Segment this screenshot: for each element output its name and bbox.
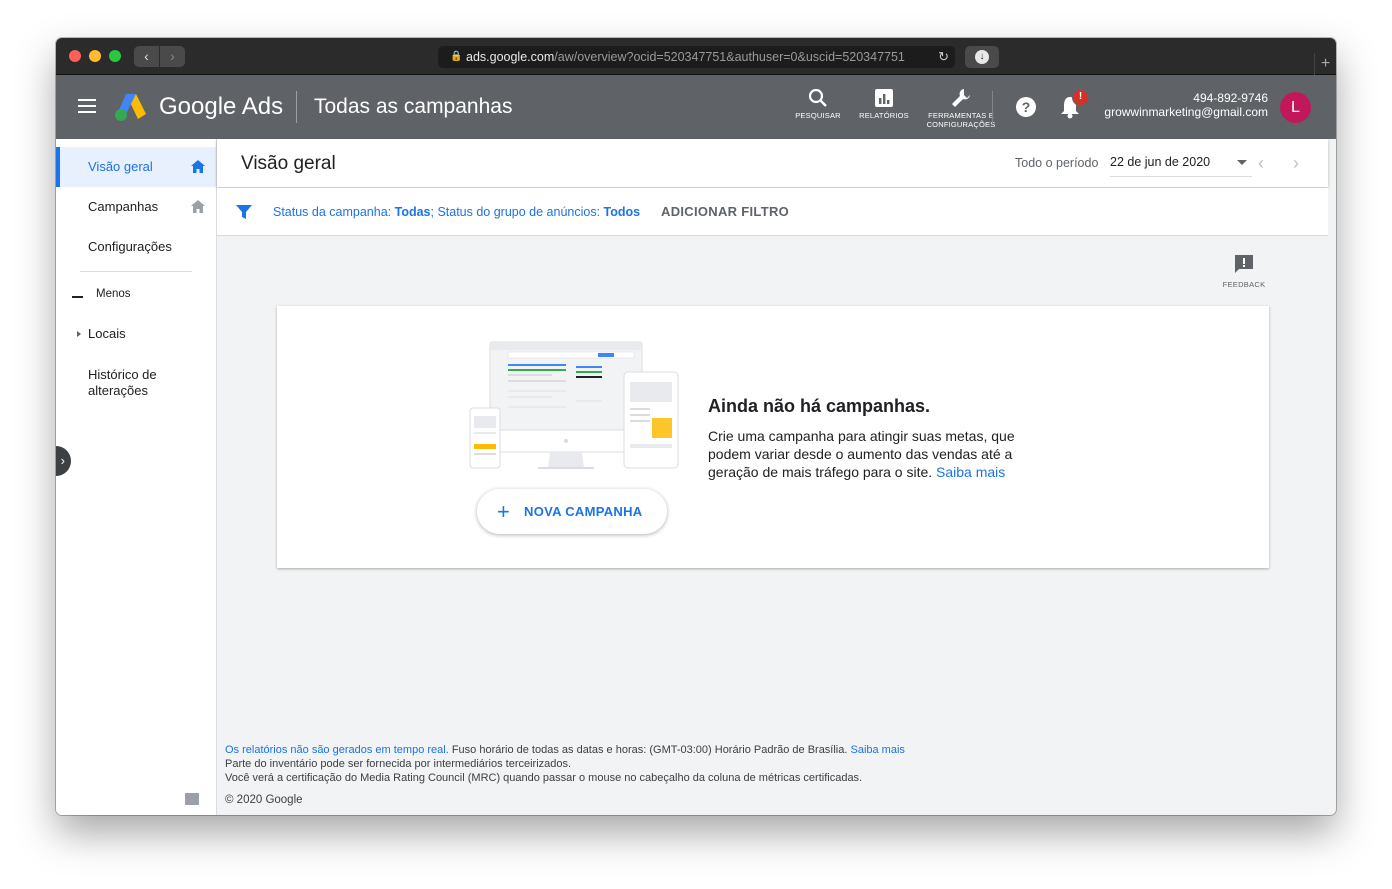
search-button[interactable]: PESQUISAR bbox=[790, 87, 846, 120]
lock-icon: 🔒 bbox=[450, 51, 463, 62]
collapse-less-icon bbox=[72, 296, 83, 298]
date-range-value: 22 de jun de 2020 bbox=[1110, 155, 1211, 169]
new-tab-button[interactable]: + bbox=[1314, 53, 1336, 75]
downloads-button[interactable]: ↓ bbox=[965, 46, 999, 68]
sidebar-item-change-history[interactable]: Histórico de alterações bbox=[88, 367, 198, 399]
page-footer: Os relatórios não são gerados em tempo r… bbox=[225, 743, 905, 807]
sidebar-item-locations[interactable]: Locais bbox=[56, 314, 216, 354]
sidebar-item-label: Campanhas bbox=[88, 199, 159, 214]
sidebar-item-campaigns[interactable]: Campanhas bbox=[56, 187, 216, 227]
empty-campaigns-card: + NOVA CAMPANHA Ainda não há campanhas. … bbox=[277, 306, 1269, 568]
plus-icon: + bbox=[497, 499, 511, 524]
home-icon[interactable] bbox=[191, 160, 205, 173]
empty-state-title: Ainda não há campanhas. bbox=[708, 396, 931, 416]
inventory-note: Parte do inventário pode ser fornecida p… bbox=[225, 758, 572, 770]
url-host: ads.google.com bbox=[466, 50, 555, 64]
date-range-label: Todo o período bbox=[1015, 156, 1099, 170]
empty-state-description: Crie uma campanha para atingir suas meta… bbox=[708, 428, 1015, 480]
home-icon[interactable] bbox=[191, 200, 205, 213]
sidebar-item-label: Configurações bbox=[88, 239, 172, 254]
browser-window: ‹ › 🔒 ads.google.com/aw/overview?ocid=52… bbox=[56, 38, 1336, 815]
google-ads-logo bbox=[115, 94, 146, 121]
header-divider-2 bbox=[992, 91, 993, 123]
page-title: Visão geral bbox=[241, 153, 336, 174]
mrc-note: Você verá a certificação do Media Rating… bbox=[225, 772, 863, 784]
minimize-window-button[interactable] bbox=[89, 50, 101, 62]
sidebar-item-settings[interactable]: Configurações bbox=[56, 227, 216, 267]
account-email: growwinmarketing@gmail.com bbox=[1104, 105, 1268, 119]
filter-bar: Status da campanha: Todas; Status do gru… bbox=[217, 188, 1328, 236]
url-path: /aw/overview?ocid=520347751&authuser=0&u… bbox=[554, 50, 905, 64]
footer-learn-more-link[interactable]: Saiba mais bbox=[850, 744, 904, 756]
next-period-button[interactable]: › bbox=[1293, 153, 1299, 173]
browser-forward-button[interactable]: › bbox=[160, 46, 185, 67]
feedback-button[interactable]: FEEDBACK bbox=[1216, 254, 1272, 289]
header-title: Todas as campanhas bbox=[314, 95, 513, 118]
wrench-icon bbox=[952, 89, 970, 107]
devices-illustration bbox=[469, 341, 679, 469]
feedback-icon[interactable] bbox=[185, 793, 199, 805]
notification-badge: ! bbox=[1072, 89, 1089, 106]
sidebar-item-label: Visão geral bbox=[88, 159, 153, 174]
filter-icon[interactable] bbox=[236, 204, 252, 220]
page-title-bar: Visão geral Todo o período 22 de jun de … bbox=[217, 139, 1328, 187]
add-filter-button[interactable]: ADICIONAR FILTRO bbox=[661, 204, 789, 219]
previous-period-button[interactable]: ‹ bbox=[1258, 153, 1264, 173]
account-phone: 494-892-9746 bbox=[1193, 91, 1268, 105]
brand-name: Google Ads bbox=[159, 93, 284, 120]
reports-icon bbox=[875, 89, 893, 107]
help-icon[interactable]: ? bbox=[1016, 97, 1036, 117]
sidebar: Visão geral Campanhas Configurações Meno… bbox=[56, 139, 217, 815]
sidebar-divider bbox=[80, 271, 192, 272]
reports-realtime-link[interactable]: Os relatórios não são gerados em tempo r… bbox=[225, 744, 449, 756]
avatar[interactable]: L bbox=[1280, 92, 1311, 123]
chevron-down-icon bbox=[1237, 160, 1247, 165]
menu-icon[interactable] bbox=[78, 99, 96, 113]
header-divider bbox=[296, 91, 297, 123]
date-range-picker[interactable]: 22 de jun de 2020 bbox=[1110, 149, 1252, 177]
maximize-window-button[interactable] bbox=[109, 50, 121, 62]
browser-back-button[interactable]: ‹ bbox=[134, 46, 159, 67]
search-icon bbox=[808, 88, 827, 107]
feedback-icon bbox=[1235, 255, 1253, 273]
ads-header: Google Ads Todas as campanhas PESQUISAR … bbox=[56, 75, 1336, 139]
browser-toolbar: ‹ › 🔒 ads.google.com/aw/overview?ocid=52… bbox=[56, 38, 1336, 75]
new-campaign-button[interactable]: + NOVA CAMPANHA bbox=[477, 489, 667, 534]
learn-more-link[interactable]: Saiba mais bbox=[936, 464, 1005, 480]
account-info[interactable]: 494-892-9746 growwinmarketing@gmail.com bbox=[1104, 91, 1268, 119]
reports-button[interactable]: RELATÓRIOS bbox=[856, 87, 912, 120]
active-filters[interactable]: Status da campanha: Todas; Status do gru… bbox=[273, 205, 640, 219]
reload-icon[interactable]: ↻ bbox=[938, 46, 949, 68]
download-icon: ↓ bbox=[975, 50, 989, 64]
close-window-button[interactable] bbox=[69, 50, 81, 62]
copyright: © 2020 Google bbox=[225, 794, 303, 806]
timezone-note: Fuso horário de todas as datas e horas: … bbox=[448, 744, 851, 756]
tools-settings-button[interactable]: FERRAMENTAS E CONFIGURAÇÕES bbox=[926, 87, 996, 129]
sidebar-item-overview[interactable]: Visão geral bbox=[56, 147, 216, 187]
sidebar-item-label: Locais bbox=[88, 326, 126, 341]
sidebar-less-toggle[interactable]: Menos bbox=[96, 288, 131, 300]
address-bar[interactable]: 🔒 ads.google.com/aw/overview?ocid=520347… bbox=[438, 46, 955, 68]
